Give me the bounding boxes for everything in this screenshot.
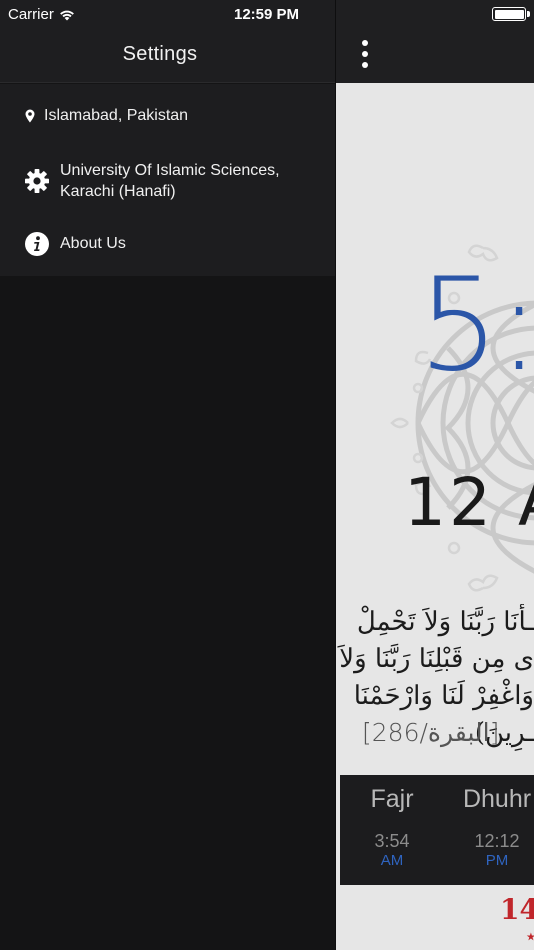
more-vertical-icon[interactable] [360, 40, 370, 68]
battery-icon [492, 7, 526, 21]
about-us-label: About Us [60, 235, 126, 252]
prayer-time: 12:12 [474, 831, 520, 851]
gregorian-date: 12 A [404, 464, 534, 541]
gear-icon [24, 168, 50, 194]
status-time: 12:59 PM [234, 6, 300, 23]
status-bar: Carrier 12:59 PM [0, 0, 534, 28]
drawer-title: Settings [122, 43, 198, 65]
verse-line: ـأْنَا رَبَّنَا وَلاَ تَحْمِلْ [356, 607, 534, 637]
calculation-method-label: University Of Islamic Sciences, Karachi … [60, 162, 280, 200]
wifi-icon [59, 10, 74, 20]
next-prayer-time: 5: [418, 251, 534, 400]
carrier-label: Carrier [8, 6, 54, 23]
prayer-name: Fajr [370, 785, 414, 813]
verse-line: وَاغْفِرْ لَنَا وَارْحَمْنَا [353, 681, 534, 711]
prayer-ampm: AM [380, 852, 404, 869]
verse-line: ى مِن قَبْلِنَا رَبَّنَا وَلاَ [339, 644, 534, 674]
status-carrier: Carrier [8, 6, 75, 23]
prayer-times-bar: Fajr 3:54 AM Dhuhr 12:12 PM [340, 775, 534, 885]
settings-menu: Islamabad, Pakistan University Of Islami… [0, 84, 335, 276]
info-icon [24, 231, 50, 257]
location-pin-icon [24, 108, 36, 124]
settings-drawer: Settings Islamabad, Pakistan University … [0, 0, 335, 950]
battery-tip [527, 11, 530, 17]
prayer-time: 3:54 [374, 831, 410, 851]
prayer-name: Dhuhr [462, 785, 532, 813]
hijri-month-mark: ٭ [526, 926, 534, 947]
prayer-times-view[interactable]: 5: 12 A ـأْنَا رَبَّنَا وَلاَ تَحْمِلْ ى… [335, 0, 534, 950]
prayer-ampm: PM [485, 852, 509, 869]
hijri-day: 14 [500, 893, 534, 926]
verse-reference: [البقرة/286] [362, 718, 500, 747]
location-label: Islamabad, Pakistan [44, 107, 189, 124]
menu-item-location[interactable]: Islamabad, Pakistan [0, 104, 335, 128]
menu-item-calculation-method[interactable]: University Of Islamic Sciences, Karachi … [0, 158, 335, 206]
menu-item-about-us[interactable]: About Us [0, 231, 335, 257]
